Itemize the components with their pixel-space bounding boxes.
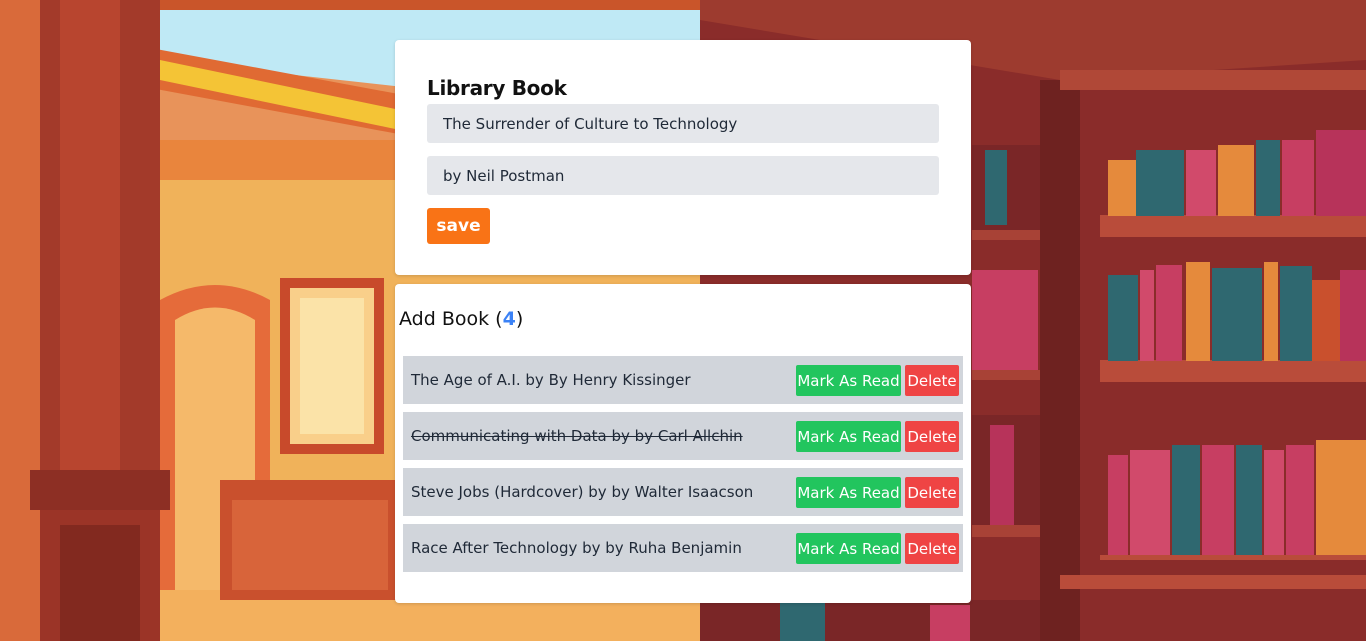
delete-button[interactable]: Delete [905,477,959,508]
book-list-card: Add Book (4) The Age of A.I. by By Henry… [395,284,971,603]
book-count-badge: 4 [502,308,516,330]
book-row-text: Communicating with Data by by Carl Allch… [411,427,743,445]
count-paren-open: ( [495,308,503,330]
book-row-text: Steve Jobs (Hardcover) by by Walter Isaa… [411,483,754,501]
book-row: The Age of A.I. by By Henry Kissinger Ma… [403,356,963,404]
book-row: Communicating with Data by by Carl Allch… [403,412,963,460]
book-row-text: Race After Technology by by Ruha Benjami… [411,539,742,557]
delete-button[interactable]: Delete [905,421,959,452]
book-form-card: Library Book save [395,40,971,275]
book-row-text: The Age of A.I. by By Henry Kissinger [411,371,691,389]
delete-button[interactable]: Delete [905,365,959,396]
list-heading: Add Book (4) [399,308,523,330]
book-row: Steve Jobs (Hardcover) by by Walter Isaa… [403,468,963,516]
mark-as-read-button[interactable]: Mark As Read [796,533,901,564]
form-heading: Library Book [427,76,567,100]
book-row: Race After Technology by by Ruha Benjami… [403,524,963,572]
delete-button[interactable]: Delete [905,533,959,564]
save-button[interactable]: save [427,208,490,244]
mark-as-read-button[interactable]: Mark As Read [796,365,901,396]
mark-as-read-button[interactable]: Mark As Read [796,421,901,452]
book-author-input[interactable] [427,156,939,195]
mark-as-read-button[interactable]: Mark As Read [796,477,901,508]
book-title-input[interactable] [427,104,939,143]
list-heading-label: Add Book [399,308,490,330]
count-paren-close: ) [515,308,524,330]
